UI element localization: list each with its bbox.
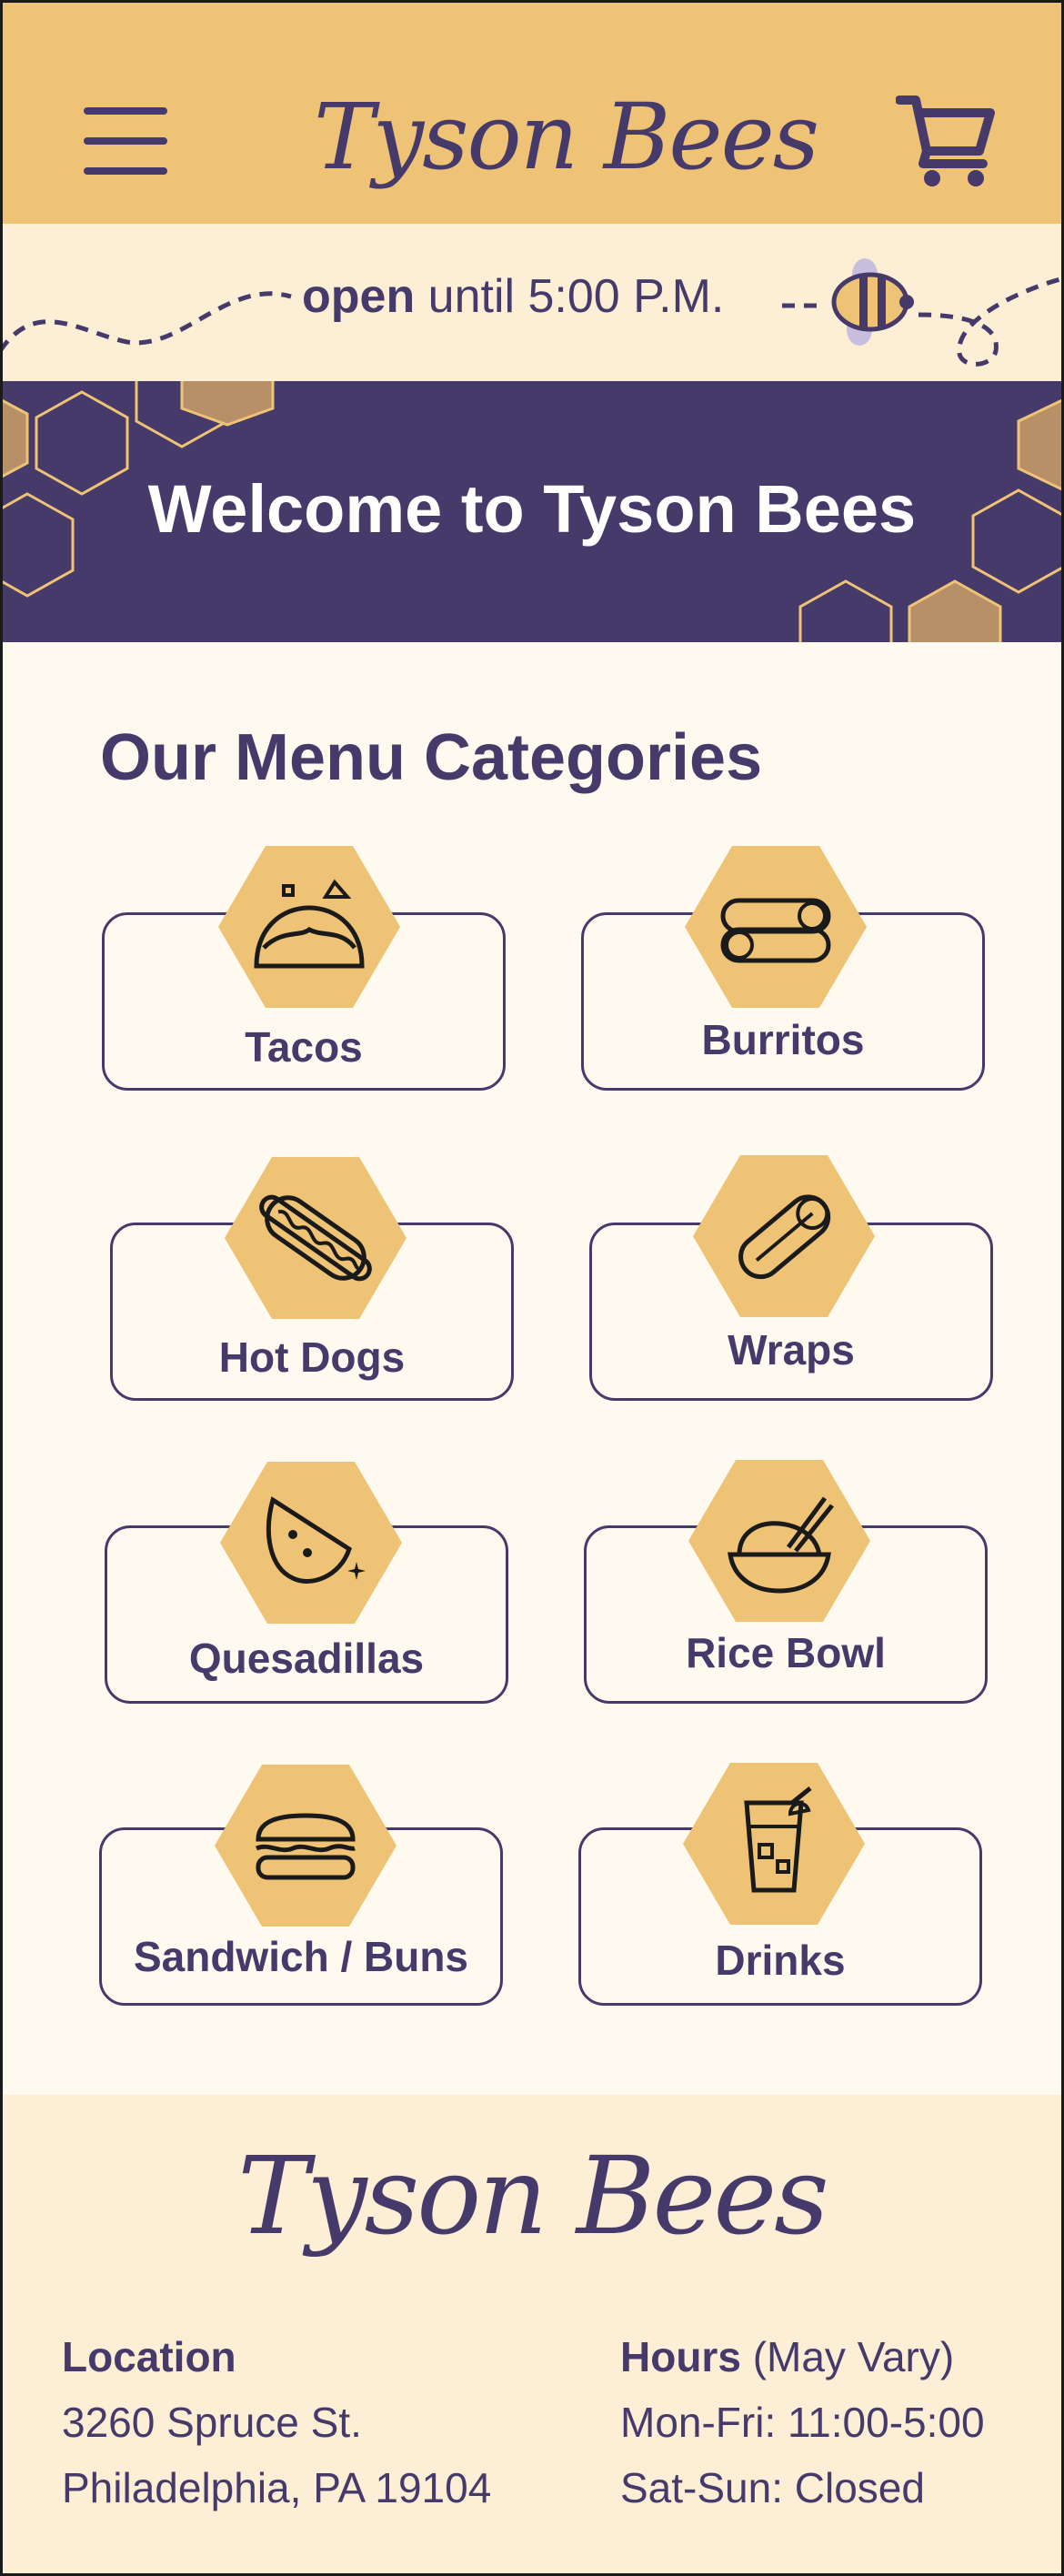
wrap-icon [693,1155,875,1317]
quesadilla-icon [220,1462,402,1624]
sandwich-icon [215,1765,396,1927]
rice-bowl-icon [688,1460,870,1622]
hours-heading: Hours [620,2333,741,2380]
hot-dog-icon [225,1157,407,1319]
address-line-2: Philadelphia, PA 19104 [62,2464,492,2511]
drink-icon [683,1763,865,1925]
bee-icon [831,258,914,346]
shopping-cart-icon[interactable] [896,91,996,191]
open-word: open [302,270,416,323]
hours-weekend: Sat-Sun: Closed [620,2464,925,2511]
taco-icon [218,846,400,1008]
hours-weekday: Mon-Fri: 11:00-5:00 [620,2399,985,2446]
hours-note: (May Vary) [752,2333,955,2380]
address-line-1: 3260 Spruce St. [62,2399,362,2446]
welcome-banner: Welcome to Tyson Bees [0,381,1064,642]
footer-logo: Tyson Bees [237,2133,828,2259]
category-label: Wraps [728,1326,855,1374]
burrito-icon [685,846,867,1008]
category-label: Drinks [715,1937,846,1984]
hours-heading-row: Hours (May Vary) [620,2324,985,2390]
category-label: Rice Bowl [686,1629,886,1676]
menu-section-title: Our Menu Categories [100,721,763,794]
open-status-text: open until 5:00 P.M. [302,269,724,324]
location-block: Location 3260 Spruce St. Philadelphia, P… [62,2324,491,2521]
category-label: Tacos [245,1023,363,1071]
top-header: Tyson Bees [0,0,1064,224]
category-label: Burritos [701,1016,865,1063]
category-label: Quesadillas [188,1635,425,1682]
welcome-title: Welcome to Tyson Bees [147,471,917,547]
location-heading: Location [62,2333,236,2380]
category-label: Hot Dogs [218,1333,406,1381]
hours-block: Hours (May Vary) Mon-Fri: 11:00-5:00 Sat… [620,2324,985,2521]
open-until-text: until 5:00 P.M. [427,270,725,323]
open-hours-banner: open until 5:00 P.M. [0,224,1064,381]
category-label: Sandwich / Buns [133,1933,469,1980]
header-logo[interactable]: Tyson Bees [314,84,819,220]
hamburger-menu-icon[interactable] [84,107,167,175]
